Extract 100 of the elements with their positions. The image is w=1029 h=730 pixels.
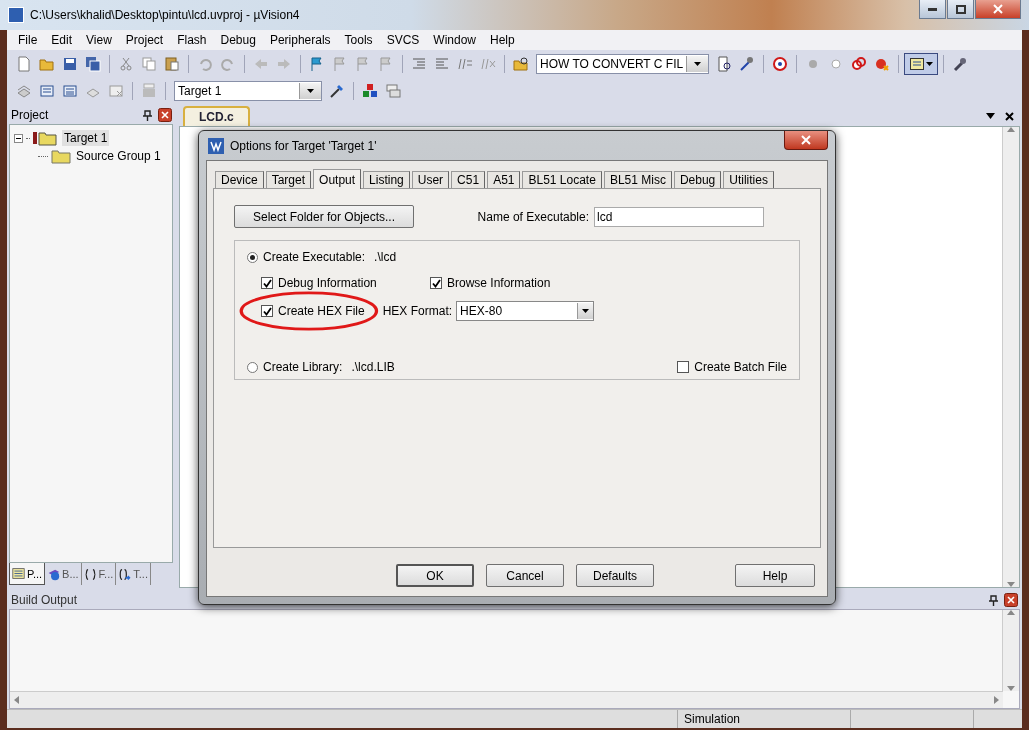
input-field[interactable]: lcd <box>594 206 764 227</box>
tab[interactable]: User <box>411 171 450 188</box>
indent-icon[interactable] <box>411 55 427 72</box>
editor-tab[interactable]: LCD.c <box>183 106 250 126</box>
menu-item[interactable]: Flash <box>170 31 214 49</box>
panel-tab[interactable]: T... <box>116 563 151 585</box>
save-all-icon[interactable] <box>85 55 101 72</box>
menu-item[interactable]: Tools <box>337 31 380 49</box>
panel-tab[interactable]: P... <box>9 563 46 585</box>
dialog-button[interactable]: Cancel <box>486 564 564 587</box>
build-icon[interactable] <box>39 82 55 99</box>
dropdown-icon <box>307 88 314 93</box>
hex-format-select[interactable]: HEX-80 <box>456 301 595 321</box>
panel-tab[interactable]: F... <box>81 563 117 585</box>
tab[interactable]: Utilities <box>723 171 774 188</box>
scrollbar[interactable] <box>1002 610 1019 691</box>
scroll-left-icon[interactable] <box>14 696 19 704</box>
menu-item[interactable]: Window <box>426 31 483 49</box>
download-icon[interactable] <box>141 82 157 99</box>
menu-item[interactable]: Edit <box>44 31 80 49</box>
menu-item[interactable]: View <box>79 31 119 49</box>
flag-icon[interactable] <box>332 55 348 72</box>
target-combo[interactable]: Target 1 <box>174 80 322 101</box>
rebuild-icon[interactable] <box>62 82 78 99</box>
panel-tab[interactable]: B... <box>45 563 82 585</box>
checkbox[interactable] <box>261 305 273 317</box>
menu-item[interactable]: Help <box>483 31 522 49</box>
close-button[interactable] <box>784 131 828 150</box>
search-arrow-icon[interactable] <box>739 55 756 72</box>
radio-label: Create Executable: <box>263 250 366 264</box>
collapse-icon[interactable] <box>14 133 23 143</box>
pin-icon[interactable] <box>143 109 152 121</box>
flag-icon[interactable] <box>378 55 394 72</box>
dialog-button[interactable]: Defaults <box>576 564 654 587</box>
flag-icon[interactable] <box>309 55 325 72</box>
scrollbar[interactable] <box>10 691 1003 708</box>
windows-icon[interactable] <box>385 82 401 99</box>
cut-icon[interactable] <box>118 55 134 72</box>
scroll-right-icon[interactable] <box>994 696 999 704</box>
target-options-icon[interactable] <box>329 82 345 99</box>
scroll-up-icon[interactable] <box>1007 127 1015 132</box>
close-icon[interactable] <box>1004 593 1018 607</box>
close-icon[interactable] <box>158 108 172 122</box>
radio-label: Create Library: <box>263 360 343 374</box>
paste-icon[interactable] <box>164 55 180 72</box>
save-icon[interactable] <box>62 55 78 72</box>
braces-icon <box>83 567 97 581</box>
radio-button[interactable] <box>247 251 258 263</box>
tree-item[interactable]: Source Group 1 <box>74 148 163 164</box>
tab[interactable]: Target <box>265 171 312 188</box>
window-layout-button[interactable] <box>904 52 939 75</box>
minimize-button[interactable] <box>919 0 946 19</box>
tab[interactable]: BL51 Misc <box>603 171 672 188</box>
close-button[interactable] <box>975 0 1021 19</box>
checkbox-label: Browse Information <box>447 276 551 290</box>
flag-icon[interactable] <box>355 55 371 72</box>
copy-icon[interactable] <box>141 55 157 72</box>
checkbox[interactable] <box>677 361 690 373</box>
scrollbar[interactable] <box>1002 127 1019 587</box>
checkbox[interactable] <box>261 277 273 289</box>
tree-item[interactable]: Target 1 <box>62 130 110 146</box>
menu-item[interactable]: File <box>11 31 45 49</box>
components-icon[interactable] <box>362 82 378 99</box>
scroll-down-icon[interactable] <box>1007 686 1015 691</box>
tab[interactable]: Output <box>313 169 362 189</box>
find-folder-icon[interactable] <box>513 55 529 72</box>
tab[interactable]: BL51 Locate <box>522 171 602 188</box>
tab[interactable]: Debug <box>673 171 722 188</box>
find-combo[interactable]: HOW TO CONVERT C FIL <box>536 53 710 74</box>
menu-item[interactable]: SVCS <box>379 31 427 49</box>
outdent-icon[interactable] <box>434 55 450 72</box>
document-search-icon[interactable] <box>716 55 733 72</box>
dropdown-icon <box>925 61 933 66</box>
tab[interactable]: A51 <box>487 171 521 188</box>
dropdown-icon[interactable] <box>986 113 995 119</box>
new-file-icon[interactable] <box>16 55 32 72</box>
panel-title: Build Output <box>11 593 79 607</box>
close-icon <box>993 4 1003 14</box>
maximize-button[interactable] <box>947 0 974 19</box>
path-text: .\lcd <box>374 250 397 264</box>
menu-item[interactable]: Peripherals <box>262 31 338 49</box>
status-text: Simulation <box>677 710 850 728</box>
menu-item[interactable]: Debug <box>213 31 263 49</box>
dialog-button[interactable]: OK <box>396 564 474 587</box>
stop-build-icon[interactable] <box>108 82 124 99</box>
menu-item[interactable]: Project <box>118 31 171 49</box>
tab[interactable]: C51 <box>451 171 486 188</box>
checkbox[interactable] <box>430 277 442 289</box>
wrench-icon[interactable] <box>952 55 969 72</box>
tab[interactable]: Listing <box>363 171 410 188</box>
breakpoints-icon[interactable] <box>851 55 868 72</box>
radio-button[interactable] <box>247 361 258 373</box>
pin-icon[interactable] <box>989 594 998 606</box>
scroll-down-icon[interactable] <box>1007 582 1015 587</box>
dialog-button[interactable]: Help <box>735 564 815 587</box>
scroll-up-icon[interactable] <box>1007 610 1015 615</box>
field-label: Name of Executable: <box>477 209 589 224</box>
tab[interactable]: Device <box>215 171 264 188</box>
close-icon[interactable] <box>1005 111 1014 121</box>
select-folder-button[interactable]: Select Folder for Objects... <box>234 205 414 228</box>
